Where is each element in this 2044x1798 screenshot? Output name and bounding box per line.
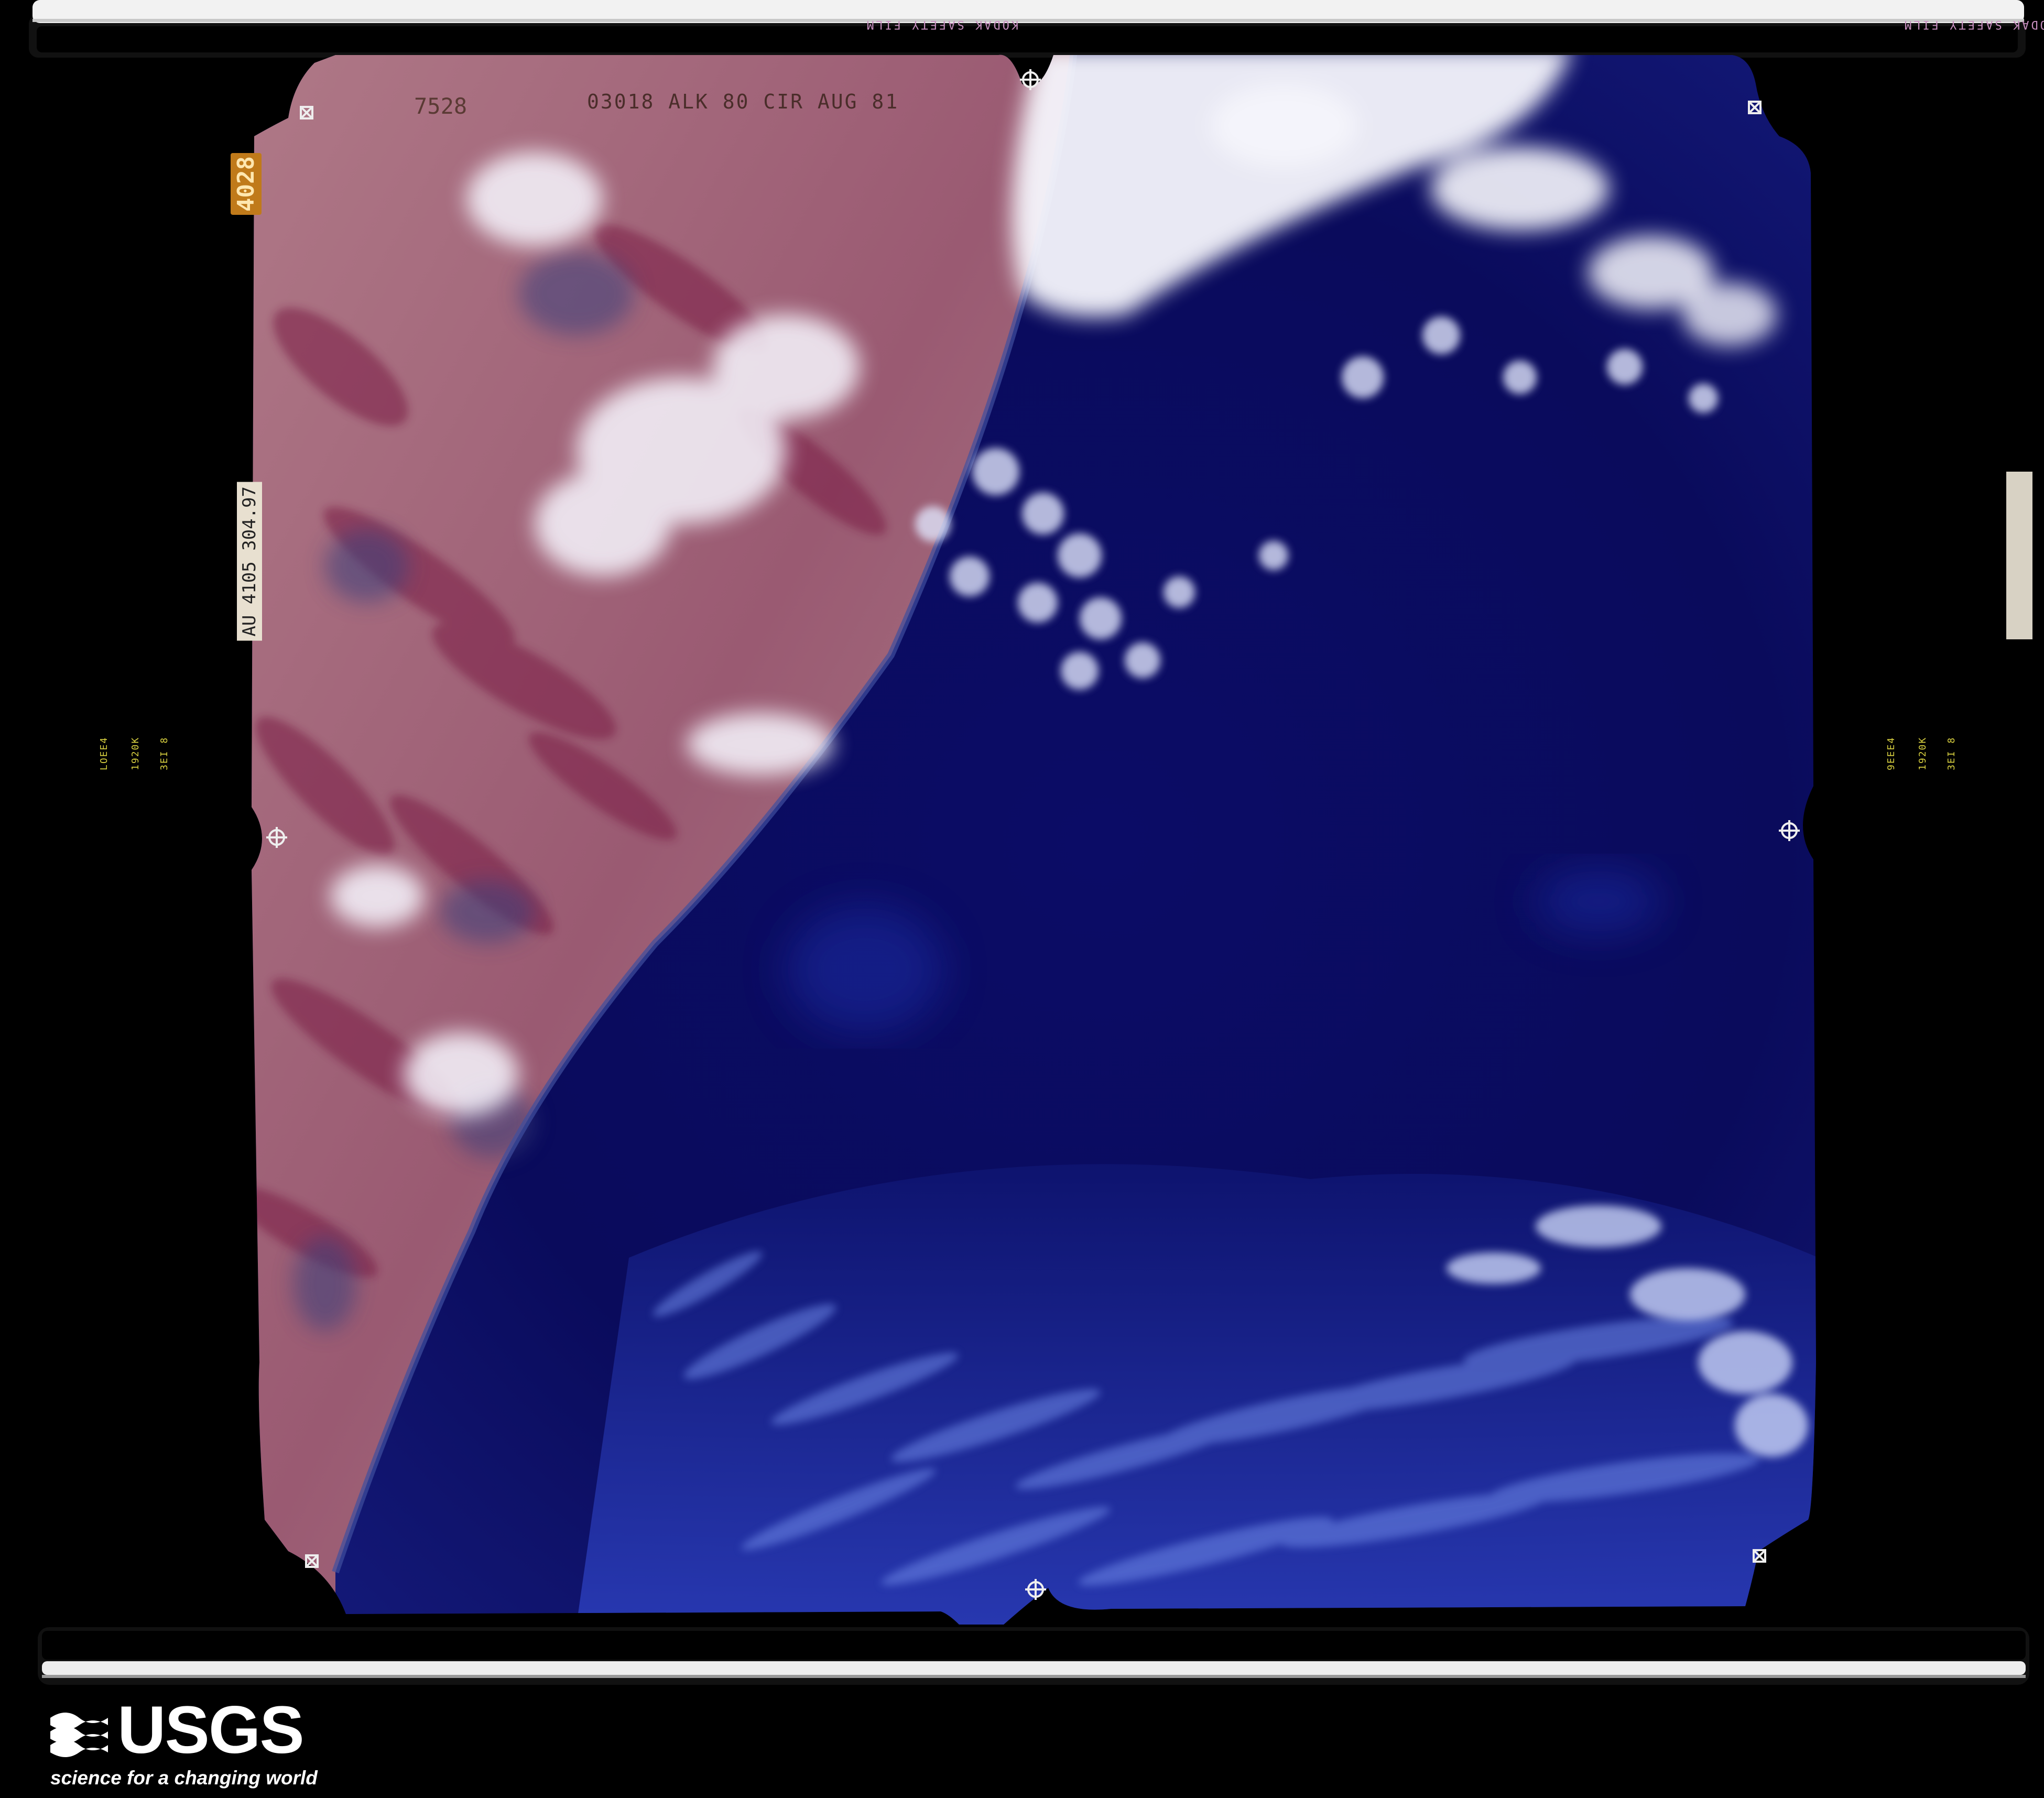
right-data-2: 1920K [1917,736,1928,770]
film-rail-bottom [38,1627,2029,1685]
roll-serial-label: AU 4105 304.97 [237,482,262,641]
usgs-wordmark: USGS [117,1693,305,1768]
right-data-1: 9EEE4 [1886,736,1897,770]
left-data-block: LOEE4 1920K 3EI 8 [99,737,172,818]
frame-number: 7528 [414,93,467,119]
left-data-1: LOEE4 [99,736,110,770]
usgs-wave-icon [50,1702,108,1760]
aerial-photograph [0,0,2044,1798]
right-data-block: 9EEE4 1920K 3EI 8 [1886,737,1959,818]
usgs-tagline: science for a changing world [50,1767,318,1789]
frame-counter: 4028 [231,153,262,215]
right-edge-stripe [2006,472,2032,639]
right-data-3: 3EI 8 [1946,736,1957,770]
film-edge-text-top-right: KODAK SAFETY FILM [1902,18,2044,31]
frame-label: 03018 ALK 80 CIR AUG 81 [587,90,899,113]
left-data-3: 3EI 8 [159,736,170,770]
left-data-2: 1920K [130,736,141,770]
film-edge-text-top-left: KODAK SAFETY FILM [865,18,1019,31]
film-rail-top [29,0,2026,58]
photo-frame [252,55,1816,1625]
